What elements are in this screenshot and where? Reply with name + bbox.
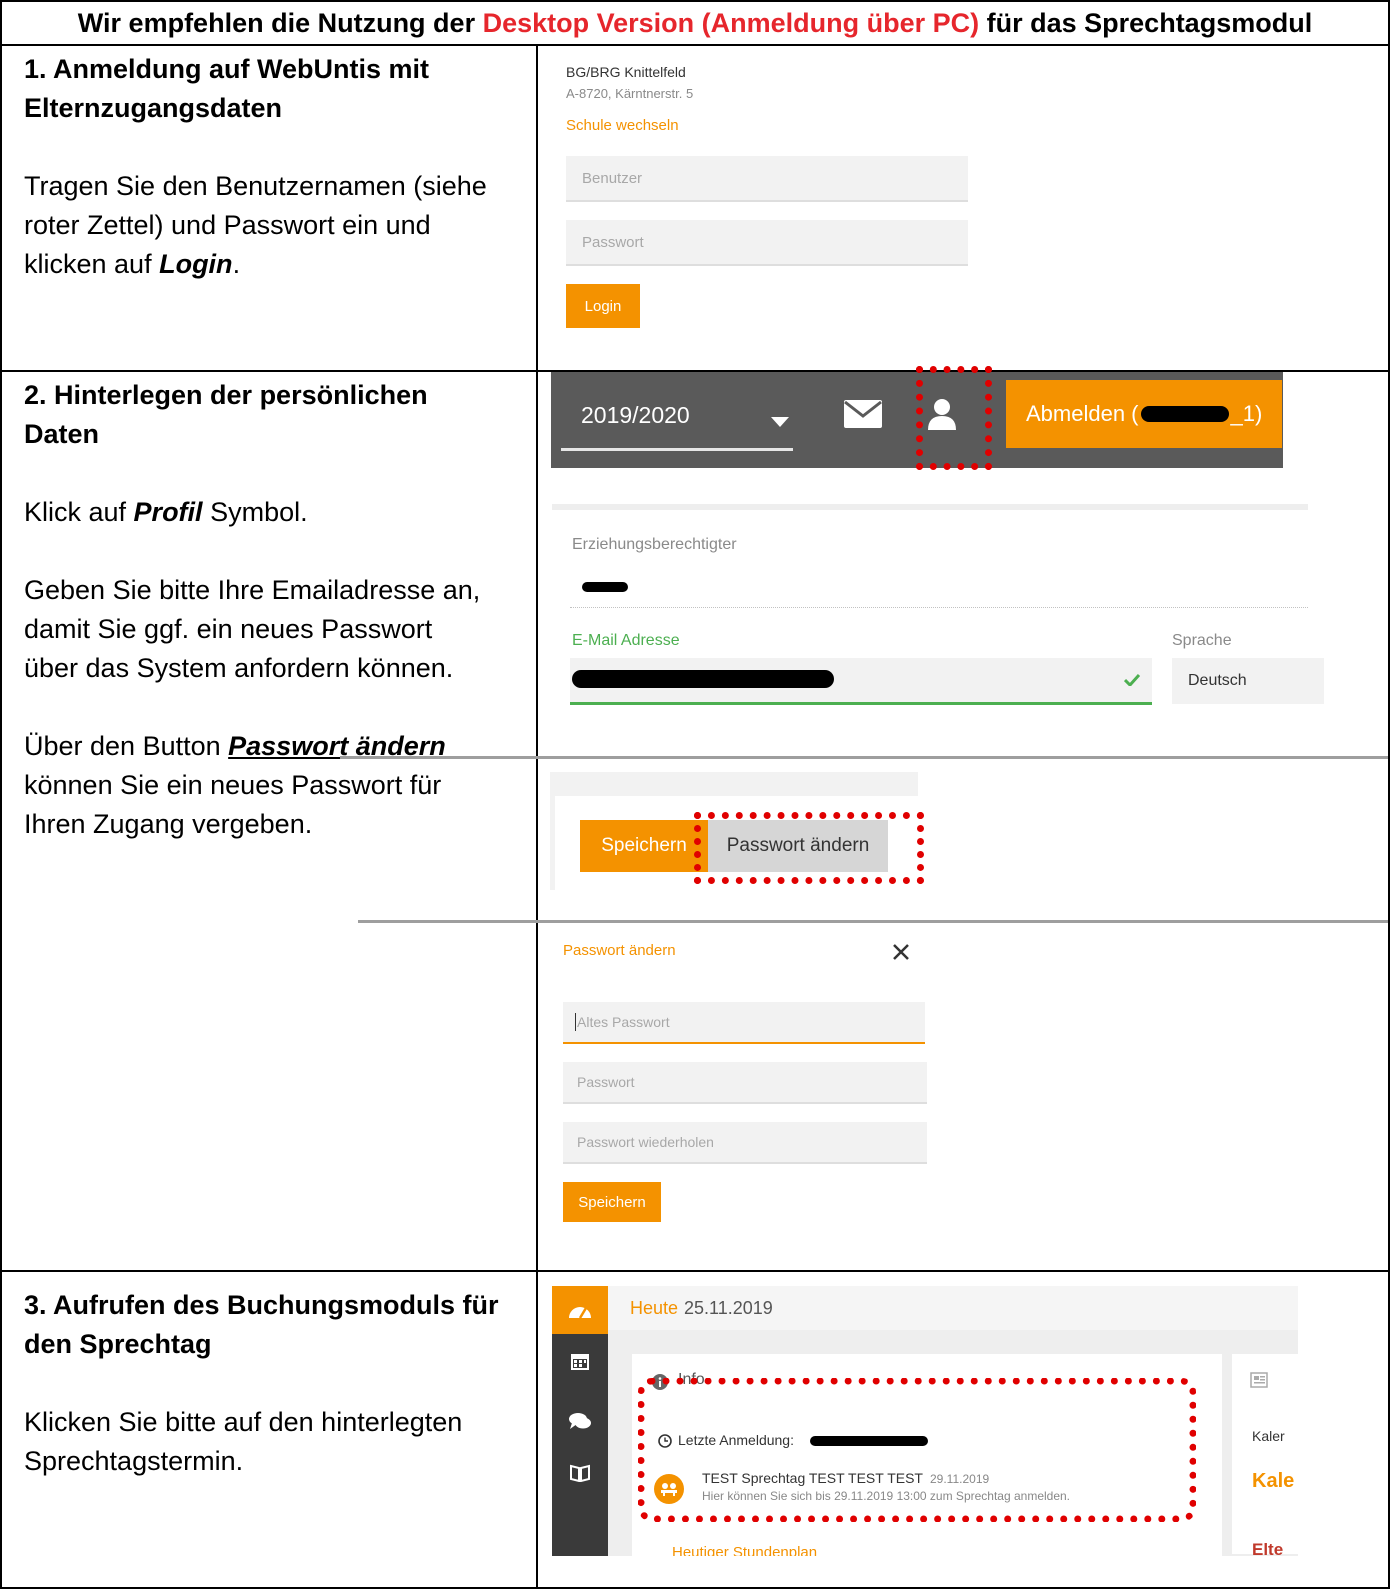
close-icon[interactable] — [893, 944, 909, 960]
login-button[interactable]: Login — [566, 284, 640, 328]
profile-highlight-box — [916, 366, 992, 470]
actions-leftbar — [550, 772, 555, 890]
profile-form: Erziehungsberechtigter E-Mail Adresse Sp… — [552, 504, 1324, 744]
chevron-down-icon — [771, 417, 789, 427]
step3-title: 3. Aufrufen des Buchungsmoduls für den S… — [24, 1290, 499, 1359]
table-border-left — [0, 0, 2, 1589]
mail-icon[interactable] — [844, 400, 882, 428]
login-screenshot: BG/BRG Knittelfeld A-8720, Kärntnerstr. … — [566, 60, 968, 340]
step1-description: Tragen Sie den Benutzernamen (siehe rote… — [24, 171, 487, 279]
repeat-password-input[interactable]: Passwort wiederholen — [563, 1122, 927, 1164]
step1-instructions: 1. Anmeldung auf WebUntis mit Elternzuga… — [24, 50, 534, 284]
username-input[interactable]: Benutzer — [566, 156, 968, 202]
header-suffix: für das Sprechtagsmodul — [979, 7, 1313, 38]
news-icon — [1250, 1372, 1268, 1388]
text-cursor — [575, 1013, 576, 1031]
change-password-highlight-box — [694, 812, 924, 884]
old-password-input[interactable]: Altes Passwort — [563, 1002, 925, 1044]
step3-description: Klicken Sie bitte auf den hinterlegten S… — [24, 1407, 463, 1476]
screenshot-divider-2 — [358, 920, 1388, 923]
new-password-input[interactable]: Passwort — [563, 1062, 927, 1104]
book-icon[interactable] — [570, 1464, 590, 1482]
step2-profile-hint: Klick auf Profil Symbol. — [24, 497, 308, 527]
redacted-email — [572, 670, 834, 688]
school-year-value: 2019/2020 — [581, 402, 690, 428]
header-prefix: Wir empfehlen die Nutzung der — [77, 7, 483, 38]
guardian-label: Erziehungsberechtigter — [572, 536, 737, 553]
change-school-link[interactable]: Schule wechseln — [566, 117, 679, 134]
school-year-select[interactable]: 2019/2020 — [561, 380, 793, 451]
school-name: BG/BRG Knittelfeld — [566, 64, 686, 80]
column-separator — [536, 44, 538, 1589]
timetable-row[interactable]: Heutiger Stundenplan — [632, 1524, 1222, 1556]
chat-icon[interactable] — [569, 1412, 591, 1430]
change-password-dialog: Passwort ändern Altes Passwort Passwort … — [563, 940, 927, 1230]
right-bottom-text: Elte — [1252, 1540, 1284, 1556]
right-card: Kaler Kale — [1232, 1354, 1298, 1554]
password-input[interactable]: Passwort — [566, 220, 968, 266]
step2-instructions: 2. Hinterlegen der persönlichen Daten Kl… — [24, 376, 534, 844]
row2-separator — [0, 1270, 1390, 1272]
right-card-text: Kaler — [1252, 1428, 1285, 1444]
sidebar-item-dashboard[interactable] — [552, 1286, 608, 1334]
redacted-username — [1140, 406, 1229, 422]
dashboard-sidebar — [552, 1286, 608, 1556]
right-card-title: Kale — [1252, 1470, 1295, 1492]
step2-password-hint: Über den Button Passwort ändern können S… — [24, 731, 446, 839]
table-header: Wir empfehlen die Nutzung der Desktop Ve… — [2, 2, 1388, 44]
check-icon — [1124, 674, 1140, 686]
dialog-save-button[interactable]: Speichern — [563, 1182, 661, 1222]
redacted-guardian-name — [582, 582, 628, 592]
school-address: A-8720, Kärntnerstr. 5 — [566, 86, 694, 101]
email-label: E-Mail Adresse — [572, 632, 680, 649]
step2-title: 2. Hinterlegen der persönlichen Daten — [24, 380, 428, 449]
language-select[interactable]: Deutsch — [1172, 658, 1324, 704]
today-date: 25.11.2019 — [684, 1298, 773, 1318]
step2-email-hint: Geben Sie bitte Ihre Emailadresse an, da… — [24, 575, 481, 683]
dashboard-gauge-icon — [569, 1307, 591, 1319]
save-button[interactable]: Speichern — [580, 820, 708, 872]
guardian-underline — [570, 607, 1308, 608]
screenshot-divider-1 — [340, 756, 1388, 759]
today-label: Heute — [630, 1298, 679, 1318]
calendar-icon[interactable] — [571, 1352, 589, 1370]
dashboard-header: Heute 25.11.2019 — [608, 1286, 1298, 1330]
step3-instructions: 3. Aufrufen des Buchungsmoduls für den S… — [24, 1286, 534, 1481]
actions-topbar — [550, 772, 918, 796]
step1-title: 1. Anmeldung auf WebUntis mit Elternzuga… — [24, 54, 430, 123]
language-label: Sprache — [1172, 632, 1232, 649]
timetable-label: Heutiger Stundenplan — [672, 1544, 818, 1556]
logout-button[interactable]: Abmelden ( _1) — [1006, 380, 1282, 448]
email-input[interactable] — [570, 658, 1152, 705]
header-separator — [0, 44, 1390, 46]
header-highlight: Desktop Version (Anmeldung über PC) — [482, 7, 980, 38]
sprechtag-highlight-box — [638, 1378, 1196, 1522]
profile-form-topbar — [552, 504, 1308, 510]
dialog-title: Passwort ändern — [563, 942, 676, 959]
